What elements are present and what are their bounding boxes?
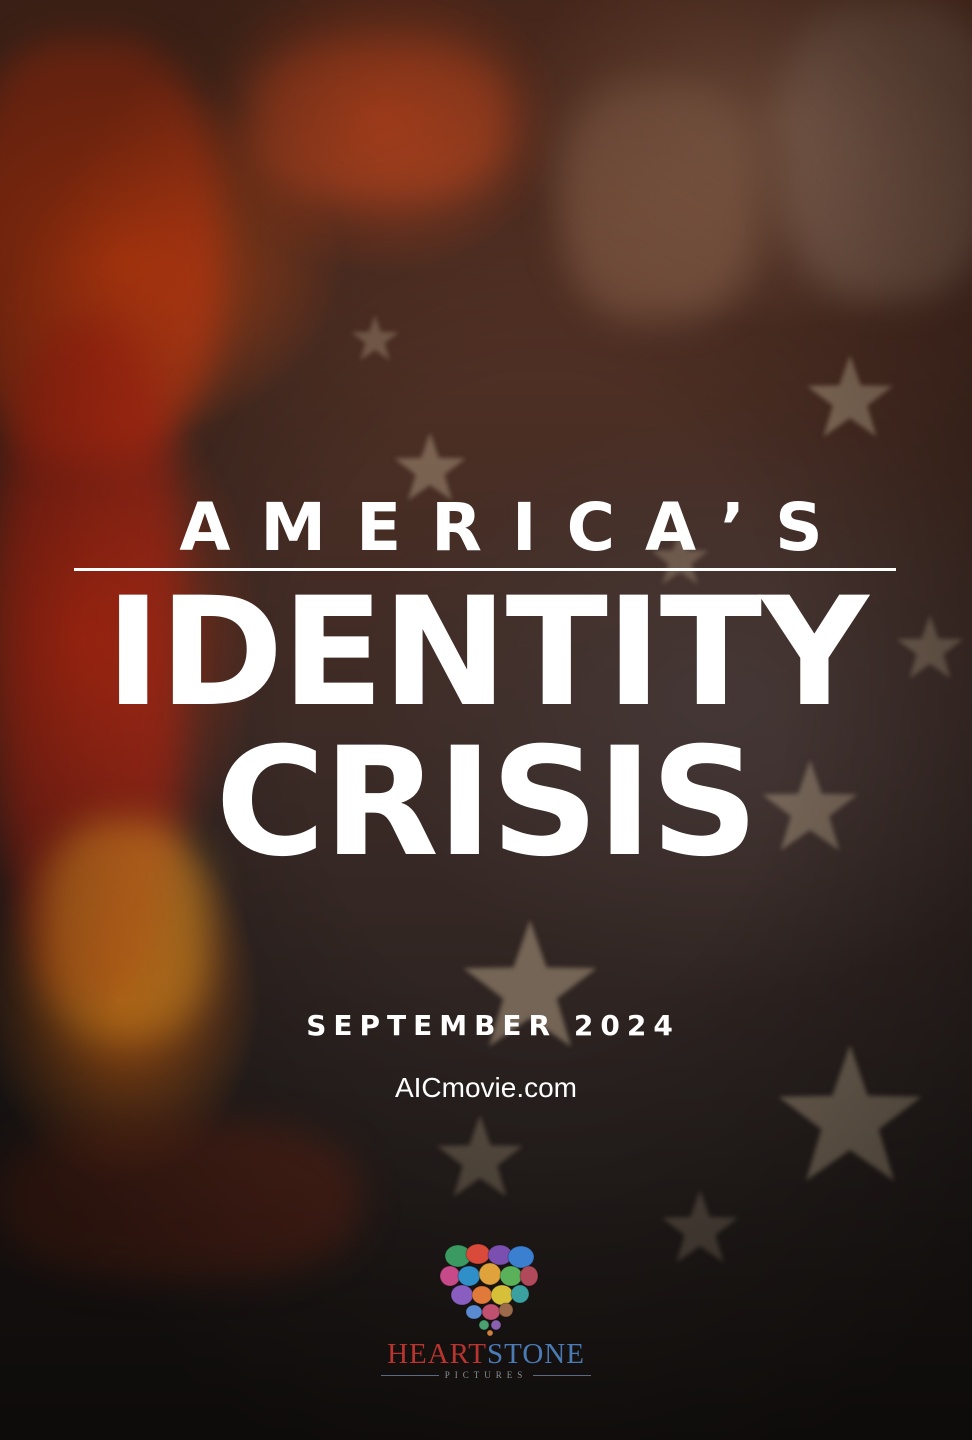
heart-of-colored-stones-icon	[436, 1240, 542, 1337]
studio-subtitle: PICTURES	[444, 1370, 528, 1380]
star-icon	[437, 1115, 523, 1197]
subtitle-rule-left	[380, 1375, 439, 1377]
star-icon	[807, 355, 893, 437]
studio-subtitle-row: PICTURES	[0, 1370, 972, 1380]
title-identity: IDENTITY	[105, 566, 868, 740]
studio-name: HEARTSTONE	[0, 1337, 972, 1371]
release-date: SEPTEMBER 2024	[306, 1009, 680, 1042]
star-icon	[351, 315, 399, 361]
studio-name-stone: STONE	[487, 1338, 585, 1370]
star-icon	[661, 1190, 739, 1263]
website-url: AICmovie.com	[394, 1072, 578, 1103]
movie-poster: AMERICA’S IDENTITY CRISIS SEPTEMBER 2024…	[0, 0, 972, 1440]
studio-name-heart: HEART	[387, 1338, 487, 1370]
title-americas: AMERICA’S	[179, 489, 853, 566]
star-icon	[778, 1045, 922, 1181]
subtitle-rule-right	[533, 1375, 592, 1377]
title-crisis: CRISIS	[215, 716, 758, 890]
heart-stones-svg	[439, 1243, 539, 1337]
